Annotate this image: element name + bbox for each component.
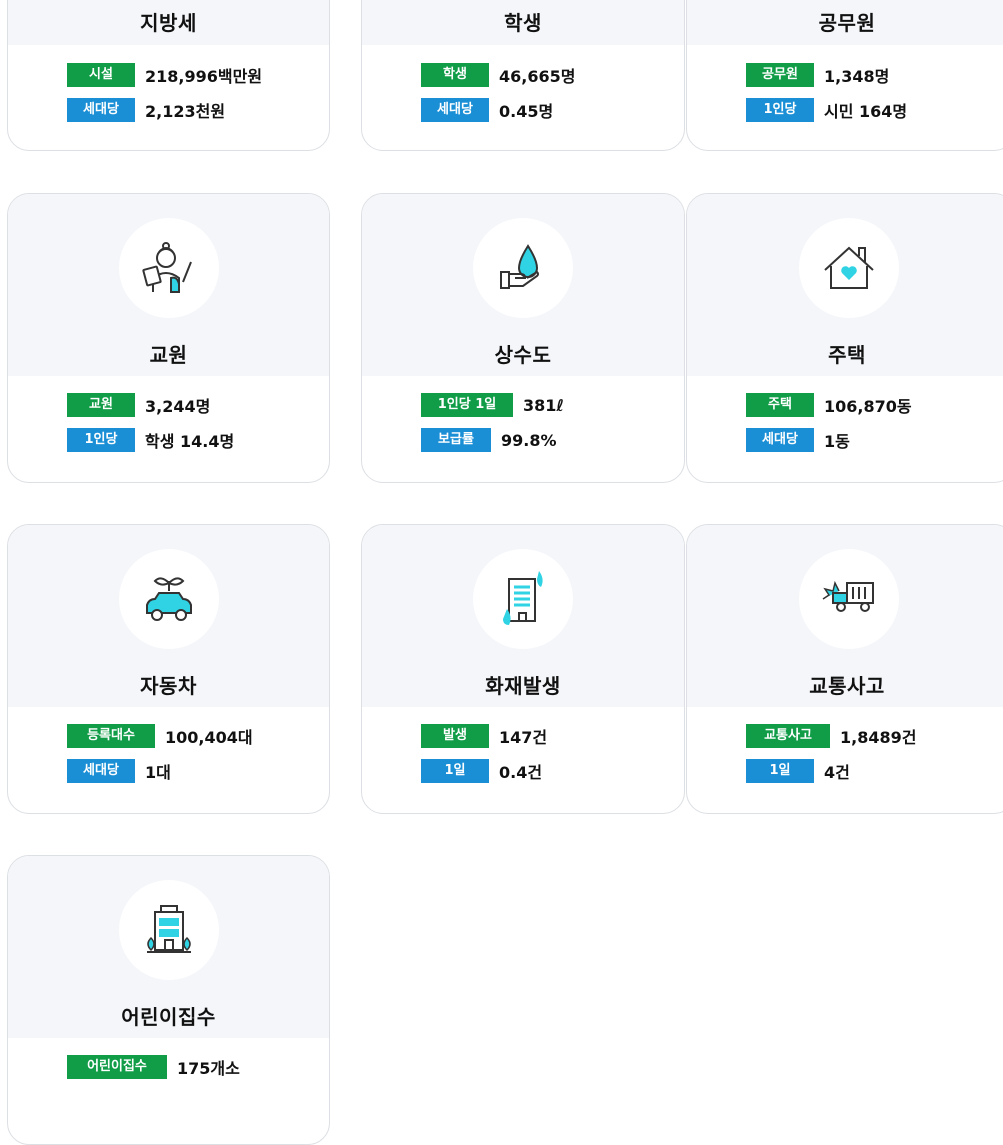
stat-label: 교통사고 <box>746 724 830 748</box>
stat-label: 세대당 <box>421 98 489 122</box>
card-title: 주택 <box>828 343 866 367</box>
card-water: 상수도 1인당 1일 381ℓ 보급률 99.8% <box>361 193 685 483</box>
card-students: 학생 학생 46,665명 세대당 0.45명 <box>361 0 685 151</box>
stat-value: 1동 <box>824 432 850 451</box>
stat-value: 100,404대 <box>165 728 253 747</box>
card-title: 교통사고 <box>809 674 885 698</box>
stat-label: 세대당 <box>67 98 135 122</box>
stat-label: 1인당 <box>746 98 814 122</box>
card-title: 화재발생 <box>485 674 561 698</box>
card-title: 지방세 <box>140 11 197 35</box>
card-title: 상수도 <box>494 343 552 367</box>
daycare-building-icon <box>146 905 191 953</box>
stat-value: 1,8489건 <box>840 728 917 747</box>
card-title: 학생 <box>504 11 542 35</box>
stat-value: 3,244명 <box>145 397 211 416</box>
stat-value: 2,123천원 <box>145 102 226 121</box>
stat-label: 1인당 <box>67 428 135 452</box>
stat-value: 0.4건 <box>499 763 543 782</box>
stat-label: 주택 <box>746 393 814 417</box>
stat-label: 세대당 <box>746 428 814 452</box>
stat-label: 발생 <box>421 724 489 748</box>
stat-label: 보급률 <box>421 428 491 452</box>
stat-label: 등록대수 <box>67 724 155 748</box>
stat-value: 학생 14.4명 <box>145 432 235 451</box>
card-local-tax: 지방세 시설 218,996백만원 세대당 2,123천원 <box>7 0 330 151</box>
house-heart-icon <box>824 246 874 289</box>
stat-label: 1인당 1일 <box>421 393 513 417</box>
card-accidents: 교통사고 교통사고 1,8489건 1일 4건 <box>686 524 1003 814</box>
card-title: 공무원 <box>818 11 876 35</box>
stat-value: 381ℓ <box>523 395 564 415</box>
card-title: 교원 <box>149 343 188 367</box>
stat-label: 세대당 <box>67 759 135 783</box>
stat-value: 175개소 <box>177 1059 240 1078</box>
stat-label: 어린이집수 <box>67 1055 167 1079</box>
stat-label: 학생 <box>421 63 489 87</box>
card-cars: 자동차 등록대수 100,404대 세대당 1대 <box>7 524 330 814</box>
eco-car-icon <box>145 577 192 621</box>
stat-label: 시설 <box>67 63 135 87</box>
stat-value: 99.8% <box>501 430 557 450</box>
card-title: 자동차 <box>140 674 197 698</box>
stat-value: 147건 <box>499 728 548 747</box>
stat-value: 1대 <box>145 763 171 782</box>
stat-value: 46,665명 <box>499 67 576 86</box>
stat-value: 시민 164명 <box>824 102 908 121</box>
stat-label: 1일 <box>746 759 814 783</box>
teacher-icon <box>141 242 192 293</box>
water-hand-icon <box>500 244 539 289</box>
stat-label: 1일 <box>421 759 489 783</box>
stat-value: 218,996백만원 <box>145 67 263 86</box>
stat-label: 교원 <box>67 393 135 417</box>
card-title: 어린이집수 <box>121 1005 216 1029</box>
burning-building-icon <box>503 571 543 625</box>
card-daycare: 어린이집수 어린이집수 175개소 <box>7 855 330 1145</box>
card-housing: 주택 주택 106,870동 세대당 1동 <box>686 193 1003 483</box>
stat-value: 106,870동 <box>824 397 912 416</box>
truck-crash-icon <box>822 580 874 612</box>
card-teachers: 교원 교원 3,244명 1인당 학생 14.4명 <box>7 193 330 483</box>
card-fire: 화재발생 발생 147건 1일 0.4건 <box>361 524 685 814</box>
stat-label: 공무원 <box>746 63 814 87</box>
stat-value: 1,348명 <box>824 67 890 86</box>
card-officials: 공무원 공무원 1,348명 1인당 시민 164명 <box>686 0 1003 151</box>
stat-value: 0.45명 <box>499 102 554 121</box>
stat-value: 4건 <box>824 763 850 782</box>
